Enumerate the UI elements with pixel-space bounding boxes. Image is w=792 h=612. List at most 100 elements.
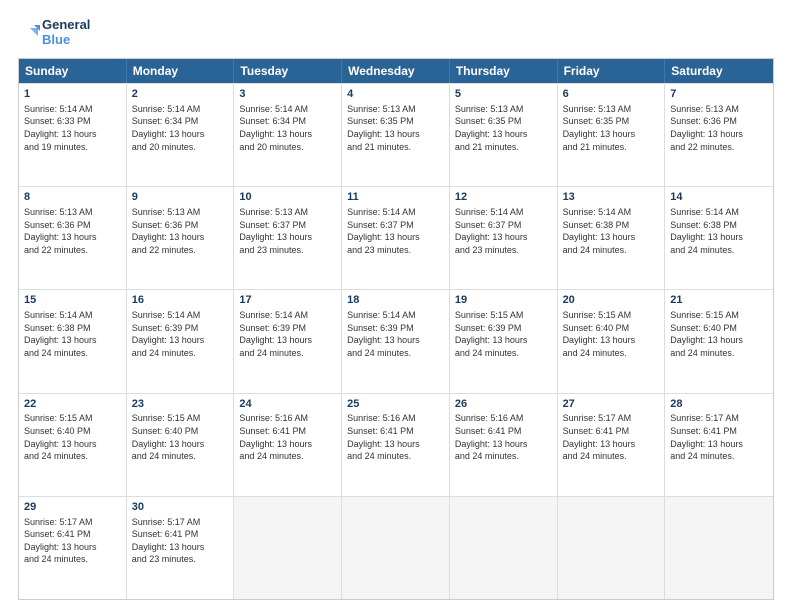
calendar-header-cell: Wednesday	[342, 59, 450, 83]
calendar-cell: 17Sunrise: 5:14 AM Sunset: 6:39 PM Dayli…	[234, 290, 342, 392]
day-number: 7	[670, 87, 768, 102]
calendar-cell: 13Sunrise: 5:14 AM Sunset: 6:38 PM Dayli…	[558, 187, 666, 289]
day-number: 1	[24, 87, 121, 102]
calendar-cell: 3Sunrise: 5:14 AM Sunset: 6:34 PM Daylig…	[234, 84, 342, 186]
day-number: 9	[132, 190, 229, 205]
calendar-cell	[665, 497, 773, 599]
day-number: 16	[132, 293, 229, 308]
calendar-cell: 23Sunrise: 5:15 AM Sunset: 6:40 PM Dayli…	[127, 394, 235, 496]
calendar-page: General Blue SundayMondayTuesdayWednesda…	[0, 0, 792, 612]
calendar-cell: 11Sunrise: 5:14 AM Sunset: 6:37 PM Dayli…	[342, 187, 450, 289]
day-info: Sunrise: 5:16 AM Sunset: 6:41 PM Dayligh…	[455, 412, 552, 462]
calendar-cell: 1Sunrise: 5:14 AM Sunset: 6:33 PM Daylig…	[19, 84, 127, 186]
day-number: 23	[132, 397, 229, 412]
calendar-cell: 15Sunrise: 5:14 AM Sunset: 6:38 PM Dayli…	[19, 290, 127, 392]
calendar-cell: 18Sunrise: 5:14 AM Sunset: 6:39 PM Dayli…	[342, 290, 450, 392]
day-number: 27	[563, 397, 660, 412]
calendar-header-cell: Thursday	[450, 59, 558, 83]
logo-bird-icon	[18, 22, 40, 44]
calendar-cell: 24Sunrise: 5:16 AM Sunset: 6:41 PM Dayli…	[234, 394, 342, 496]
day-info: Sunrise: 5:15 AM Sunset: 6:40 PM Dayligh…	[24, 412, 121, 462]
day-info: Sunrise: 5:15 AM Sunset: 6:40 PM Dayligh…	[670, 309, 768, 359]
calendar-cell: 7Sunrise: 5:13 AM Sunset: 6:36 PM Daylig…	[665, 84, 773, 186]
day-info: Sunrise: 5:16 AM Sunset: 6:41 PM Dayligh…	[239, 412, 336, 462]
day-number: 14	[670, 190, 768, 205]
day-info: Sunrise: 5:13 AM Sunset: 6:35 PM Dayligh…	[347, 103, 444, 153]
day-info: Sunrise: 5:14 AM Sunset: 6:37 PM Dayligh…	[347, 206, 444, 256]
calendar-cell: 22Sunrise: 5:15 AM Sunset: 6:40 PM Dayli…	[19, 394, 127, 496]
day-info: Sunrise: 5:17 AM Sunset: 6:41 PM Dayligh…	[670, 412, 768, 462]
day-info: Sunrise: 5:16 AM Sunset: 6:41 PM Dayligh…	[347, 412, 444, 462]
calendar-cell: 14Sunrise: 5:14 AM Sunset: 6:38 PM Dayli…	[665, 187, 773, 289]
day-info: Sunrise: 5:15 AM Sunset: 6:40 PM Dayligh…	[132, 412, 229, 462]
calendar-cell: 21Sunrise: 5:15 AM Sunset: 6:40 PM Dayli…	[665, 290, 773, 392]
day-info: Sunrise: 5:13 AM Sunset: 6:36 PM Dayligh…	[132, 206, 229, 256]
day-number: 2	[132, 87, 229, 102]
calendar-cell: 2Sunrise: 5:14 AM Sunset: 6:34 PM Daylig…	[127, 84, 235, 186]
logo: General Blue	[18, 18, 90, 48]
calendar-cell: 9Sunrise: 5:13 AM Sunset: 6:36 PM Daylig…	[127, 187, 235, 289]
page-header: General Blue	[18, 18, 774, 48]
day-info: Sunrise: 5:15 AM Sunset: 6:40 PM Dayligh…	[563, 309, 660, 359]
day-info: Sunrise: 5:17 AM Sunset: 6:41 PM Dayligh…	[24, 516, 121, 566]
calendar-header-cell: Monday	[127, 59, 235, 83]
day-number: 25	[347, 397, 444, 412]
calendar-row: 1Sunrise: 5:14 AM Sunset: 6:33 PM Daylig…	[19, 83, 773, 186]
day-number: 13	[563, 190, 660, 205]
day-number: 15	[24, 293, 121, 308]
calendar-cell: 4Sunrise: 5:13 AM Sunset: 6:35 PM Daylig…	[342, 84, 450, 186]
calendar-cell: 30Sunrise: 5:17 AM Sunset: 6:41 PM Dayli…	[127, 497, 235, 599]
day-info: Sunrise: 5:13 AM Sunset: 6:35 PM Dayligh…	[563, 103, 660, 153]
day-number: 6	[563, 87, 660, 102]
day-number: 18	[347, 293, 444, 308]
calendar-cell: 6Sunrise: 5:13 AM Sunset: 6:35 PM Daylig…	[558, 84, 666, 186]
calendar-cell: 26Sunrise: 5:16 AM Sunset: 6:41 PM Dayli…	[450, 394, 558, 496]
calendar-cell: 25Sunrise: 5:16 AM Sunset: 6:41 PM Dayli…	[342, 394, 450, 496]
day-info: Sunrise: 5:13 AM Sunset: 6:37 PM Dayligh…	[239, 206, 336, 256]
day-number: 11	[347, 190, 444, 205]
day-info: Sunrise: 5:14 AM Sunset: 6:34 PM Dayligh…	[239, 103, 336, 153]
day-info: Sunrise: 5:13 AM Sunset: 6:36 PM Dayligh…	[670, 103, 768, 153]
calendar-header-cell: Saturday	[665, 59, 773, 83]
calendar-cell	[558, 497, 666, 599]
calendar-cell	[342, 497, 450, 599]
day-info: Sunrise: 5:14 AM Sunset: 6:39 PM Dayligh…	[132, 309, 229, 359]
calendar-header-cell: Friday	[558, 59, 666, 83]
calendar-row: 22Sunrise: 5:15 AM Sunset: 6:40 PM Dayli…	[19, 393, 773, 496]
calendar-body: 1Sunrise: 5:14 AM Sunset: 6:33 PM Daylig…	[19, 83, 773, 599]
calendar-row: 8Sunrise: 5:13 AM Sunset: 6:36 PM Daylig…	[19, 186, 773, 289]
day-number: 17	[239, 293, 336, 308]
calendar-cell: 16Sunrise: 5:14 AM Sunset: 6:39 PM Dayli…	[127, 290, 235, 392]
calendar-cell	[234, 497, 342, 599]
day-info: Sunrise: 5:17 AM Sunset: 6:41 PM Dayligh…	[563, 412, 660, 462]
calendar-cell: 28Sunrise: 5:17 AM Sunset: 6:41 PM Dayli…	[665, 394, 773, 496]
day-info: Sunrise: 5:14 AM Sunset: 6:38 PM Dayligh…	[563, 206, 660, 256]
calendar-cell: 19Sunrise: 5:15 AM Sunset: 6:39 PM Dayli…	[450, 290, 558, 392]
day-number: 29	[24, 500, 121, 515]
day-info: Sunrise: 5:14 AM Sunset: 6:39 PM Dayligh…	[239, 309, 336, 359]
day-number: 4	[347, 87, 444, 102]
calendar: SundayMondayTuesdayWednesdayThursdayFrid…	[18, 58, 774, 600]
day-number: 24	[239, 397, 336, 412]
day-number: 26	[455, 397, 552, 412]
day-info: Sunrise: 5:14 AM Sunset: 6:33 PM Dayligh…	[24, 103, 121, 153]
calendar-cell: 29Sunrise: 5:17 AM Sunset: 6:41 PM Dayli…	[19, 497, 127, 599]
day-info: Sunrise: 5:13 AM Sunset: 6:36 PM Dayligh…	[24, 206, 121, 256]
calendar-cell: 5Sunrise: 5:13 AM Sunset: 6:35 PM Daylig…	[450, 84, 558, 186]
calendar-header: SundayMondayTuesdayWednesdayThursdayFrid…	[19, 59, 773, 83]
calendar-cell: 20Sunrise: 5:15 AM Sunset: 6:40 PM Dayli…	[558, 290, 666, 392]
day-number: 30	[132, 500, 229, 515]
day-info: Sunrise: 5:14 AM Sunset: 6:34 PM Dayligh…	[132, 103, 229, 153]
calendar-cell: 12Sunrise: 5:14 AM Sunset: 6:37 PM Dayli…	[450, 187, 558, 289]
day-number: 5	[455, 87, 552, 102]
day-info: Sunrise: 5:15 AM Sunset: 6:39 PM Dayligh…	[455, 309, 552, 359]
day-number: 12	[455, 190, 552, 205]
day-number: 21	[670, 293, 768, 308]
calendar-cell	[450, 497, 558, 599]
calendar-cell: 27Sunrise: 5:17 AM Sunset: 6:41 PM Dayli…	[558, 394, 666, 496]
calendar-cell: 8Sunrise: 5:13 AM Sunset: 6:36 PM Daylig…	[19, 187, 127, 289]
day-info: Sunrise: 5:17 AM Sunset: 6:41 PM Dayligh…	[132, 516, 229, 566]
day-info: Sunrise: 5:13 AM Sunset: 6:35 PM Dayligh…	[455, 103, 552, 153]
day-number: 8	[24, 190, 121, 205]
day-number: 10	[239, 190, 336, 205]
